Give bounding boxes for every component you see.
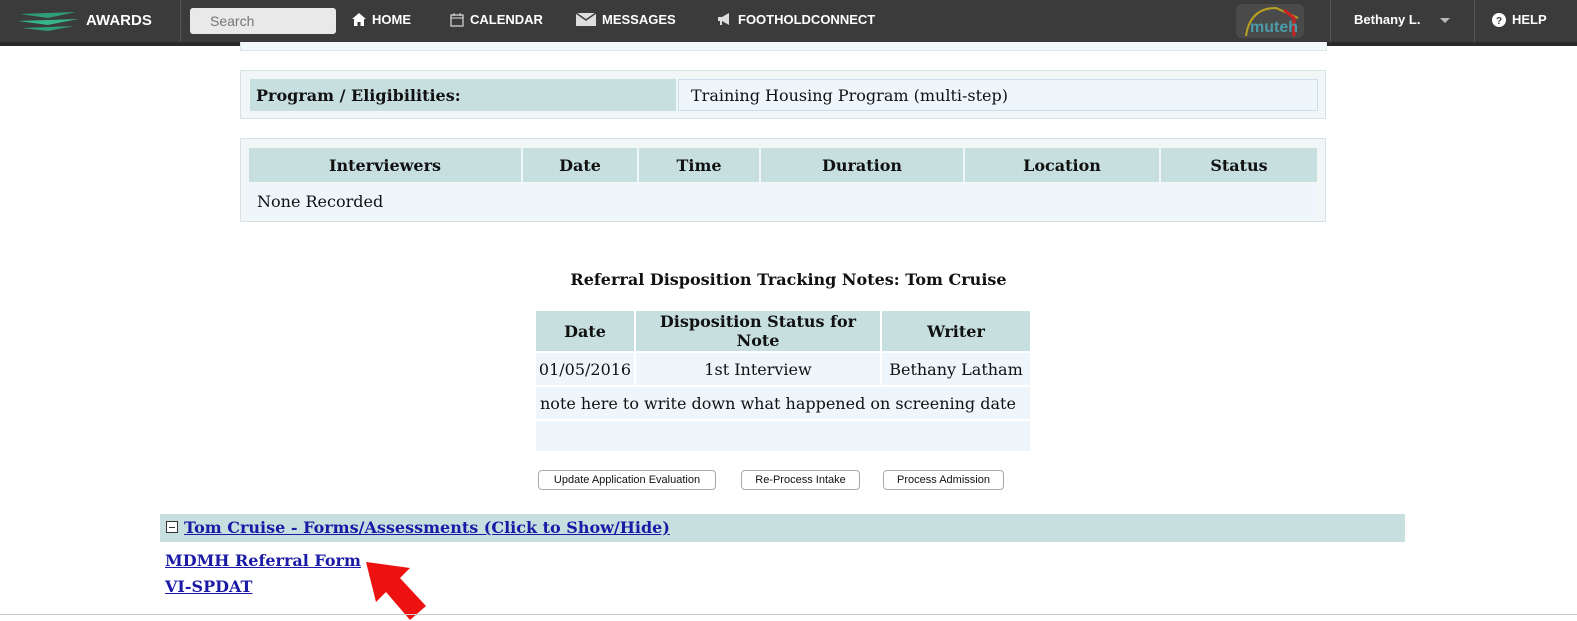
forms-toggle-link[interactable]: Tom Cruise - Forms/Assessments (Click to… bbox=[184, 518, 670, 537]
nav-footholdconnect-label: FOOTHOLDCONNECT bbox=[738, 12, 876, 27]
process-admission-button[interactable]: Process Admission bbox=[883, 470, 1004, 490]
awards-logo-icon[interactable] bbox=[18, 10, 78, 32]
nav-help-label: HELP bbox=[1512, 12, 1547, 27]
page-divider bbox=[0, 614, 1577, 615]
column-header-interviewers: Interviewers bbox=[249, 148, 521, 182]
column-header-date: Date bbox=[523, 148, 637, 182]
table-row: 01/05/2016 1st Interview Bethany Latham bbox=[536, 353, 1030, 385]
annotation-arrow-icon bbox=[366, 562, 426, 620]
reprocess-intake-button[interactable]: Re-Process Intake bbox=[741, 470, 860, 490]
previous-panel-edge bbox=[240, 42, 1327, 51]
user-menu[interactable]: Bethany L. bbox=[1354, 12, 1420, 27]
nav-help[interactable]: ? HELP bbox=[1492, 12, 1547, 27]
program-label: Program / Eligibilities: bbox=[250, 79, 676, 111]
form-link-vi-spdat[interactable]: VI-SPDAT bbox=[165, 577, 252, 596]
column-header-location: Location bbox=[965, 148, 1159, 182]
search-input[interactable] bbox=[190, 8, 336, 34]
top-nav-bar: AWARDS HOME CALENDAR MESSAGES FOOTHOLDCO… bbox=[0, 0, 1577, 46]
nav-messages[interactable]: MESSAGES bbox=[576, 12, 676, 27]
column-header-writer: Writer bbox=[882, 311, 1030, 351]
note-date: 01/05/2016 bbox=[536, 353, 634, 385]
nav-home[interactable]: HOME bbox=[352, 12, 411, 27]
partner-logo-icon: muteh bbox=[1236, 4, 1304, 38]
megaphone-icon bbox=[718, 13, 729, 25]
envelope-icon bbox=[576, 13, 596, 26]
interviews-table: Interviewers Date Time Duration Location… bbox=[247, 146, 1319, 221]
nav-divider bbox=[1474, 0, 1475, 42]
notes-table: Date Disposition Status for Note Writer … bbox=[534, 309, 1032, 453]
column-header-duration: Duration bbox=[761, 148, 963, 182]
nav-calendar[interactable]: CALENDAR bbox=[450, 12, 543, 27]
column-header-time: Time bbox=[639, 148, 759, 182]
collapse-toggle-icon[interactable] bbox=[166, 521, 178, 533]
brand-name[interactable]: AWARDS bbox=[86, 12, 152, 29]
home-icon bbox=[352, 13, 366, 26]
svg-text:muteh: muteh bbox=[1250, 19, 1298, 36]
nav-divider bbox=[180, 0, 181, 42]
empty-state-text: None Recorded bbox=[249, 184, 1317, 219]
empty-cell bbox=[536, 421, 1030, 451]
note-text: note here to write down what happened on… bbox=[536, 387, 1030, 419]
calendar-icon bbox=[450, 12, 464, 27]
nav-messages-label: MESSAGES bbox=[602, 12, 676, 27]
table-row: note here to write down what happened on… bbox=[536, 387, 1030, 419]
column-header-status: Status bbox=[1161, 148, 1317, 182]
table-row bbox=[536, 421, 1030, 451]
svg-text:?: ? bbox=[1496, 16, 1502, 27]
nav-home-label: HOME bbox=[372, 12, 411, 27]
column-header-disposition-status: Disposition Status for Note bbox=[636, 311, 880, 351]
nav-calendar-label: CALENDAR bbox=[470, 12, 543, 27]
form-link-mdmh-referral[interactable]: MDMH Referral Form bbox=[165, 551, 361, 570]
notes-title: Referral Disposition Tracking Notes: Tom… bbox=[570, 270, 1007, 289]
column-header-date: Date bbox=[536, 311, 634, 351]
program-value: Training Housing Program (multi-step) bbox=[678, 79, 1318, 111]
nav-footholdconnect[interactable]: FOOTHOLDCONNECT bbox=[716, 12, 875, 27]
update-application-evaluation-button[interactable]: Update Application Evaluation bbox=[538, 470, 716, 490]
help-icon: ? bbox=[1492, 12, 1506, 27]
note-status: 1st Interview bbox=[636, 353, 880, 385]
note-writer: Bethany Latham bbox=[882, 353, 1030, 385]
nav-divider bbox=[1330, 0, 1331, 42]
table-row: None Recorded bbox=[249, 184, 1317, 219]
chevron-down-icon[interactable] bbox=[1440, 18, 1450, 23]
